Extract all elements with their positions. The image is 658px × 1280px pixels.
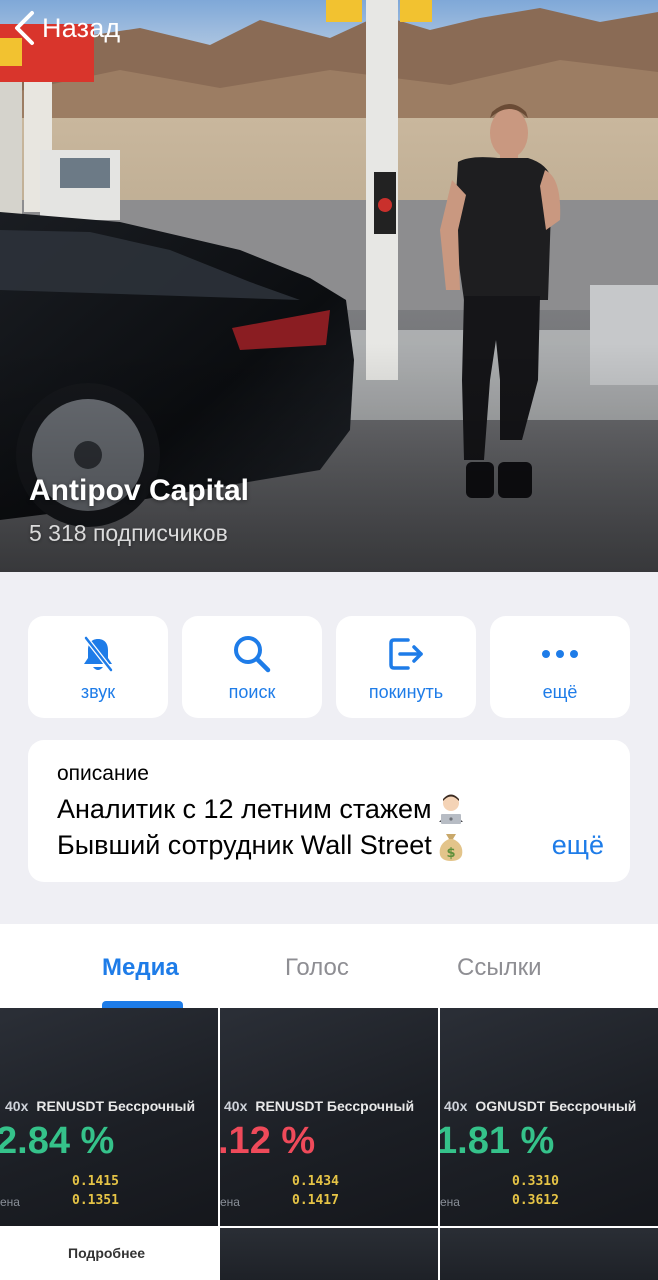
description-text-1: Аналитик с 12 летним стажем: [57, 793, 432, 824]
description-line-1: Аналитик с 12 летним стажем: [57, 792, 468, 826]
money-bag-emoji-icon: $: [439, 834, 463, 861]
trade-price-2: 0.3612: [512, 1193, 559, 1208]
trade-percent: .12 %: [220, 1120, 316, 1162]
media-thumbnail[interactable]: Подробнее: [0, 1228, 218, 1280]
technologist-emoji-icon: [438, 794, 463, 824]
description-line-2: Бывший сотрудник Wall Street $: [57, 828, 468, 862]
trade-price-2: 0.1351: [72, 1193, 119, 1208]
search-button[interactable]: поиск: [182, 616, 322, 718]
leave-icon: [336, 634, 476, 674]
more-label: ещё: [542, 682, 578, 702]
media-thumbnail[interactable]: 40x RENUSDT Бессрочный 2.84 % 0.1415 0.13…: [0, 1008, 218, 1226]
back-button[interactable]: Назад: [12, 10, 120, 46]
trade-symbol: 40x OGNUSDT Бессрочный: [444, 1098, 637, 1114]
media-thumbnail[interactable]: 40x OGNUSDT Бессрочный 1.81 % 0.3310 0.36…: [440, 1008, 658, 1226]
channel-profile-screen: Назад Antipov Capital 5 318 подписчиков …: [0, 0, 658, 1280]
more-actions-button[interactable]: ещё: [490, 616, 630, 718]
description-title: описание: [57, 762, 149, 785]
tab-voice[interactable]: Голос: [285, 954, 349, 982]
mute-button[interactable]: звук: [28, 616, 168, 718]
search-icon: [182, 634, 322, 674]
trade-price-2: 0.1417: [292, 1193, 339, 1208]
trade-side-label: ена: [440, 1195, 460, 1209]
media-tabs: Медиа Голос Ссылки: [0, 924, 658, 1008]
media-thumbnail[interactable]: 40x RENUSDT Бессрочный .12 % 0.1434 0.141…: [220, 1008, 438, 1226]
media-more-label: Подробнее: [68, 1245, 146, 1261]
trade-price-1: 0.1434: [292, 1174, 339, 1189]
tab-media[interactable]: Медиа: [102, 954, 179, 982]
subscriber-count: 5 318 подписчиков: [29, 520, 228, 546]
svg-text:$: $: [446, 846, 455, 861]
media-thumbnail[interactable]: [220, 1228, 438, 1280]
trade-side-label: ена: [220, 1195, 240, 1209]
bell-slash-icon: [28, 634, 168, 674]
back-label: Назад: [42, 12, 121, 43]
trade-side-label: ена: [0, 1195, 20, 1209]
description-card: описание Аналитик с 12 летним стажем Быв…: [28, 740, 630, 882]
channel-title: Antipov Capital: [29, 474, 250, 507]
action-bar: звук поиск покинуть ещё: [28, 616, 630, 718]
trade-price-1: 0.1415: [72, 1174, 119, 1189]
trade-percent: 2.84 %: [0, 1120, 115, 1162]
leave-button[interactable]: покинуть: [336, 616, 476, 718]
search-label: поиск: [228, 682, 276, 702]
channel-cover-photo: Назад Antipov Capital 5 318 подписчиков: [0, 0, 658, 572]
trade-percent: 1.81 %: [440, 1120, 555, 1162]
active-tab-indicator: [102, 1001, 183, 1008]
description-more-link[interactable]: ещё: [552, 830, 604, 861]
tab-links[interactable]: Ссылки: [457, 954, 542, 982]
trade-symbol: 40x RENUSDT Бессрочный: [5, 1098, 196, 1114]
media-grid: 40x RENUSDT Бессрочный 2.84 % 0.1415 0.13…: [0, 1008, 658, 1280]
chevron-left-icon: [15, 11, 34, 45]
trade-symbol: 40x RENUSDT Бессрочный: [224, 1098, 415, 1114]
more-icon: [490, 634, 630, 674]
media-thumbnail[interactable]: [440, 1228, 658, 1280]
mute-label: звук: [80, 682, 116, 702]
leave-label: покинуть: [368, 682, 444, 702]
trade-price-1: 0.3310: [512, 1174, 559, 1189]
description-text-2: Бывший сотрудник Wall Street: [57, 829, 432, 860]
